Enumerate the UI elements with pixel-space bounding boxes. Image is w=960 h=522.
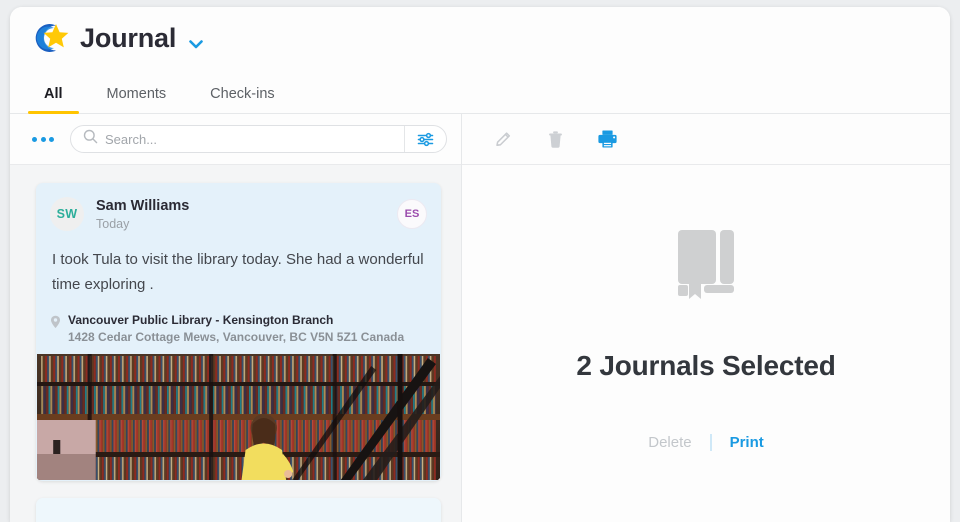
journal-card[interactable]: SW Sam Williams Today ES I took Tula to … [36, 183, 441, 481]
more-options-icon[interactable] [32, 136, 54, 142]
entry-location: Vancouver Public Library - Kensington Br… [36, 297, 441, 354]
journal-card[interactable] [36, 498, 441, 522]
author-block: Sam Williams Today [96, 198, 397, 231]
journal-book-icon [674, 227, 738, 304]
selection-title: 2 Journals Selected [576, 349, 836, 381]
main-body: SW Sam Williams Today ES I took Tula to … [10, 114, 950, 522]
location-address: 1428 Cedar Cottage Mews, Vancouver, BC V… [68, 330, 405, 344]
avatar: SW [50, 197, 84, 231]
detail-toolbar [462, 114, 950, 165]
journal-card-header: SW Sam Williams Today ES [36, 183, 441, 231]
search-icon [83, 129, 98, 149]
chevron-down-icon[interactable] [189, 36, 203, 48]
selection-summary: 2 Journals Selected Delete Print [462, 165, 950, 522]
action-divider [709, 433, 712, 451]
search-field-wrapper[interactable] [70, 125, 447, 153]
entry-date: Today [96, 216, 130, 231]
star-swoosh-logo [30, 18, 70, 58]
app-window: Journal All Moments Check-ins Search... … [10, 7, 950, 522]
tab-all[interactable]: All [22, 86, 85, 114]
journal-list[interactable]: SW Sam Williams Today ES I took Tula to … [10, 165, 461, 522]
tab-moments[interactable]: Moments [85, 86, 189, 113]
title-bar: Journal [10, 7, 950, 69]
tab-check-ins[interactable]: Check-ins [188, 86, 296, 113]
status-badge: ES [397, 199, 427, 229]
pencil-icon[interactable] [490, 126, 516, 152]
search-bar [10, 114, 461, 165]
print-button[interactable]: Print [730, 434, 764, 451]
library-bookshelves-photo [37, 354, 440, 480]
filter-sliders-icon[interactable] [404, 126, 446, 152]
search-input[interactable] [105, 131, 404, 147]
printer-icon[interactable] [594, 126, 620, 152]
author-name: Sam Williams [96, 197, 190, 214]
trash-icon[interactable] [542, 126, 568, 152]
delete-button[interactable]: Delete [648, 434, 691, 451]
location-name: Vancouver Public Library - Kensington Br… [68, 313, 334, 327]
entry-text: I took Tula to visit the library today. … [52, 251, 424, 293]
journal-list-pane: SW Sam Williams Today ES I took Tula to … [10, 114, 462, 522]
journal-detail-pane: 2 Journals Selected Delete Print [462, 114, 950, 522]
selection-actions: Delete Print [648, 433, 764, 451]
tab-bar: All Moments Check-ins [10, 69, 950, 114]
map-pin-icon [50, 315, 61, 344]
page-title: Journal [80, 22, 177, 53]
